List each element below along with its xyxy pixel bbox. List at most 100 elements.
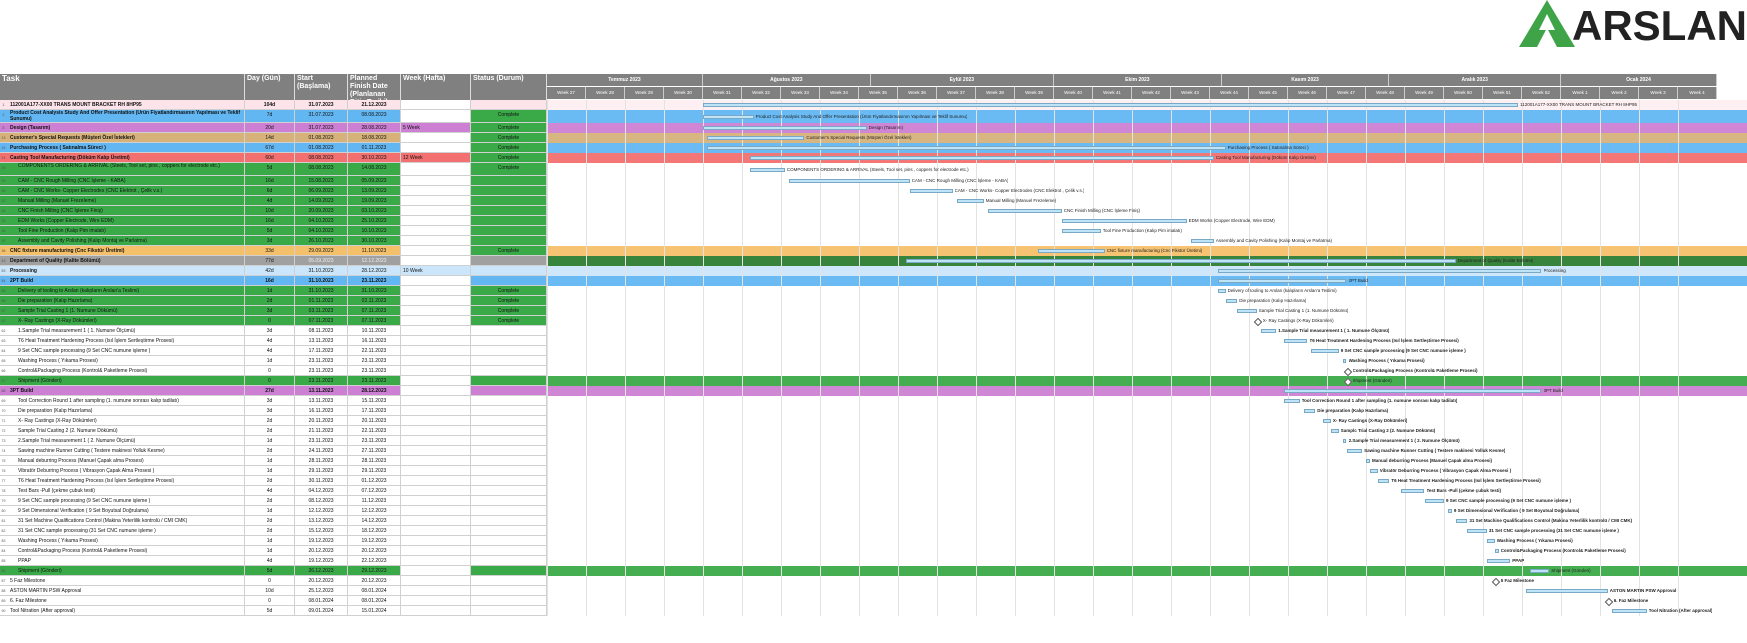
task-cell[interactable]: ASTON MARTIN PSW Approval xyxy=(0,586,245,596)
task-cell[interactable]: Customer's Special Requests (Müşteri Öze… xyxy=(0,133,245,143)
start-cell[interactable]: 08.11.2023 xyxy=(295,326,348,336)
week-cell[interactable] xyxy=(401,486,471,496)
start-cell[interactable]: 31.07.2023 xyxy=(295,123,348,133)
finish-cell[interactable]: 07.11.2023 xyxy=(348,316,401,326)
milestone-marker[interactable] xyxy=(1253,317,1263,327)
week-cell[interactable] xyxy=(401,406,471,416)
finish-cell[interactable]: 21.12.2023 xyxy=(348,100,401,110)
week-cell[interactable] xyxy=(401,396,471,406)
days-cell[interactable]: 16d xyxy=(245,216,295,226)
table-row[interactable]: 9 Set Dimensional Verification ( 9 Set B… xyxy=(0,506,1747,516)
finish-cell[interactable]: 13.09.2023 xyxy=(348,186,401,196)
gantt-bar[interactable] xyxy=(703,114,754,119)
task-cell[interactable]: 9 Set CNC sample processing (9 Set CNC n… xyxy=(0,346,245,356)
start-cell[interactable]: 01.08.2023 xyxy=(295,133,348,143)
finish-cell[interactable]: 18.12.2023 xyxy=(348,526,401,536)
week-cell[interactable] xyxy=(401,366,471,376)
table-row[interactable]: Processing 42d 31.10.2023 28.12.2023 10 Week… xyxy=(0,266,1747,276)
task-cell[interactable]: 31 Set Machine Qualifications Control (M… xyxy=(0,516,245,526)
gantt-bar[interactable] xyxy=(1486,539,1495,543)
status-cell[interactable] xyxy=(471,176,547,186)
table-row[interactable]: Product Cost Analysis Study And Offer Pr… xyxy=(0,110,1747,123)
table-row[interactable]: COMPONENTS ORDERING & ARRIVAL (Steels, T… xyxy=(0,163,1747,176)
week-cell[interactable] xyxy=(401,143,471,153)
start-cell[interactable]: 23.11.2023 xyxy=(295,366,348,376)
table-row[interactable]: Sample Trial Casting 2 (2. Numune Dökümü… xyxy=(0,426,1747,436)
finish-cell[interactable]: 29.12.2023 xyxy=(348,566,401,576)
task-cell[interactable]: Test Bars -Pull (çekme çubuk testi) xyxy=(0,486,245,496)
finish-cell[interactable]: 22.11.2023 xyxy=(348,426,401,436)
days-cell[interactable]: 1d xyxy=(245,546,295,556)
finish-cell[interactable]: 29.11.2023 xyxy=(348,466,401,476)
task-cell[interactable]: Washing Process ( Yıkama Prosesi) xyxy=(0,356,245,366)
week-cell[interactable] xyxy=(401,286,471,296)
week-cell[interactable] xyxy=(401,566,471,576)
status-cell[interactable] xyxy=(471,466,547,476)
milestone-marker[interactable] xyxy=(1604,597,1614,607)
status-cell[interactable] xyxy=(471,456,547,466)
table-row[interactable]: Customer's Special Requests (Müşteri Öze… xyxy=(0,133,1747,143)
column-header-finish[interactable]: Planned Finish Date (Planlanan Bitiş Tar… xyxy=(348,74,401,100)
week-cell[interactable] xyxy=(401,110,471,123)
finish-cell[interactable]: 15.01.2024 xyxy=(348,606,401,616)
milestone-marker[interactable] xyxy=(1343,367,1352,377)
status-cell[interactable]: Complete xyxy=(471,306,547,316)
days-cell[interactable]: 2d xyxy=(245,416,295,426)
finish-cell[interactable]: 07.12.2023 xyxy=(348,486,401,496)
status-cell[interactable] xyxy=(471,196,547,206)
table-row[interactable]: CAM - CNC Rough Milling (CNC İşleme - KA… xyxy=(0,176,1747,186)
gantt-bar[interactable] xyxy=(1447,509,1452,513)
table-row[interactable]: Assembly and Cavity Polishing (Kalıp Mon… xyxy=(0,236,1747,246)
gantt-bar[interactable] xyxy=(703,103,1519,107)
status-cell[interactable] xyxy=(471,216,547,226)
gantt-bar[interactable] xyxy=(1330,429,1339,433)
status-cell[interactable] xyxy=(471,386,547,396)
days-cell[interactable]: 1d xyxy=(245,536,295,546)
finish-cell[interactable]: 23.11.2023 xyxy=(348,366,401,376)
start-cell[interactable]: 31.07.2023 xyxy=(295,100,348,110)
task-cell[interactable]: Purchasing Process ( Satınalma Süreci ) xyxy=(0,143,245,153)
start-cell[interactable]: 01.08.2023 xyxy=(295,143,348,153)
table-row[interactable]: Casting Tool Manufacturing (Döküm Kalıp … xyxy=(0,153,1747,163)
table-row[interactable]: Tool Nitration (After approval) 5d 09.01.2… xyxy=(0,606,1747,616)
week-cell[interactable] xyxy=(401,496,471,506)
week-cell[interactable] xyxy=(401,186,471,196)
finish-cell[interactable]: 11.10.2023 xyxy=(348,246,401,256)
days-cell[interactable]: 1d xyxy=(245,286,295,296)
week-cell[interactable]: 10 Week xyxy=(401,266,471,276)
table-row[interactable]: 5 Faz Milestone 0 20.12.2023 20.12.2023 87 5 … xyxy=(0,576,1747,587)
days-cell[interactable]: 6d xyxy=(245,186,295,196)
days-cell[interactable]: 2d xyxy=(245,476,295,486)
finish-cell[interactable]: 30.10.2023 xyxy=(348,153,401,163)
task-cell[interactable]: 9 Set CNC sample processing (9 Set CNC n… xyxy=(0,496,245,506)
finish-cell[interactable]: 12.12.2023 xyxy=(348,506,401,516)
task-cell[interactable]: 2PT Build xyxy=(0,276,245,286)
finish-cell[interactable]: 28.11.2023 xyxy=(348,456,401,466)
table-row[interactable]: Design (Tasarım) 20d 31.07.2023 28.08.2023 5… xyxy=(0,123,1747,133)
gantt-bar[interactable] xyxy=(1342,439,1347,443)
task-cell[interactable]: Tool Nitration (After approval) xyxy=(0,606,245,616)
week-cell[interactable] xyxy=(401,196,471,206)
status-cell[interactable] xyxy=(471,326,547,336)
start-cell[interactable]: 08.08.2023 xyxy=(295,163,348,176)
status-cell[interactable] xyxy=(471,536,547,546)
status-cell[interactable]: Complete xyxy=(471,123,547,133)
days-cell[interactable]: 2d xyxy=(245,526,295,536)
table-row[interactable]: Test Bars -Pull (çekme çubuk testi) 4d 04.… xyxy=(0,486,1747,496)
status-cell[interactable]: Complete xyxy=(471,246,547,256)
finish-cell[interactable]: 20.12.2023 xyxy=(348,546,401,556)
task-cell[interactable]: Shipment (Gönderi) xyxy=(0,376,245,386)
task-cell[interactable]: Manual Milling (Manuel Frezeleme) xyxy=(0,196,245,206)
days-cell[interactable]: 4d xyxy=(245,346,295,356)
start-cell[interactable]: 26.10.2023 xyxy=(295,236,348,246)
week-cell[interactable] xyxy=(401,586,471,596)
task-cell[interactable]: Control&Packaging Process (Kontrol& Pake… xyxy=(0,546,245,556)
finish-cell[interactable]: 19.12.2023 xyxy=(348,536,401,546)
table-row[interactable]: Tool Fine Production (Kalıp Pim imalatı)… xyxy=(0,226,1747,236)
task-cell[interactable]: 3PT Build xyxy=(0,386,245,396)
start-cell[interactable]: 08.08.2023 xyxy=(295,153,348,163)
start-cell[interactable]: 26.12.2023 xyxy=(295,566,348,576)
start-cell[interactable]: 24.11.2023 xyxy=(295,446,348,456)
table-row[interactable]: 31 Set Machine Qualifications Control (M… xyxy=(0,516,1747,526)
task-cell[interactable]: EDM Works (Copper Electrode, Wire EDM) xyxy=(0,216,245,226)
